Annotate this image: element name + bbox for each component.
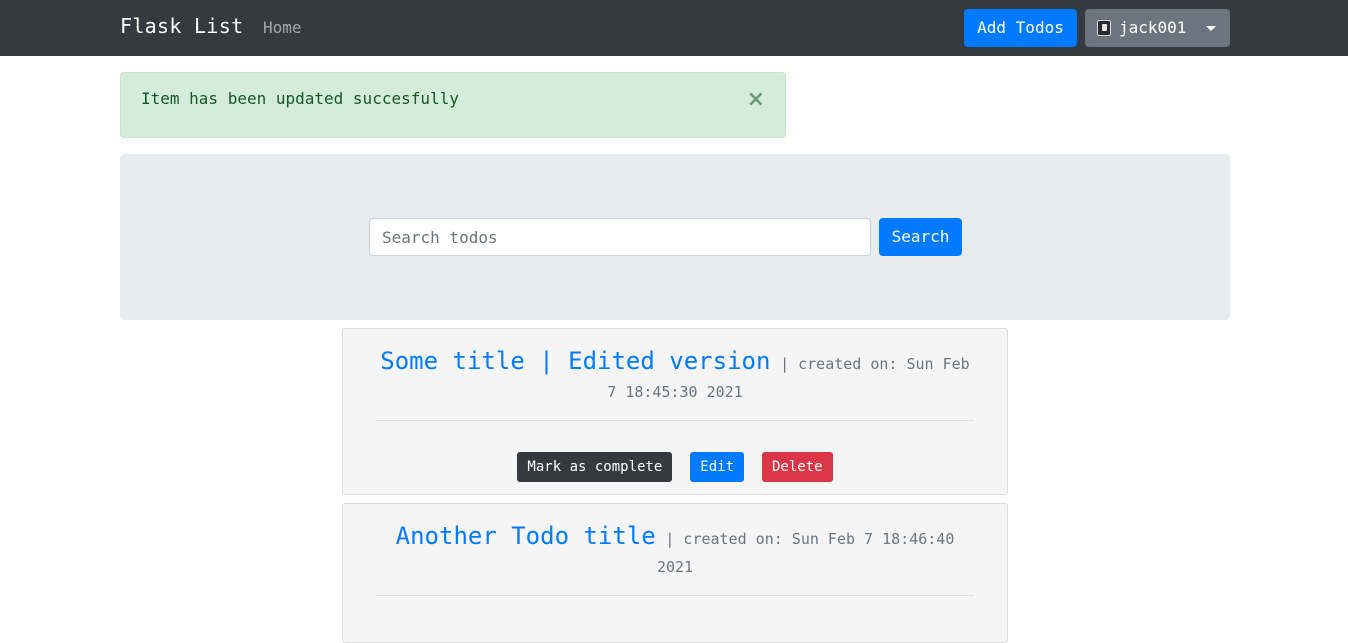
user-name: jack001 (1119, 18, 1187, 37)
todo-card: Another Todo title | created on: Sun Feb… (342, 503, 1008, 643)
brand-link[interactable]: Flask List (120, 14, 243, 38)
caret-down-icon (1206, 25, 1217, 31)
todo-title[interactable]: Another Todo title (396, 522, 656, 550)
todo-card: Some title | Edited version | created on… (342, 328, 1008, 495)
navbar: Flask List Home Add Todos jack001 (0, 0, 1348, 56)
search-input[interactable] (369, 218, 871, 256)
todo-actions: Mark as complete Edit Delete (343, 452, 1007, 482)
card-divider (376, 595, 974, 596)
search-button[interactable]: Search (879, 218, 962, 256)
close-icon[interactable]: × (747, 87, 765, 112)
card-divider (376, 420, 974, 421)
notebook-icon (1097, 20, 1111, 36)
todo-header: Some title | Edited version | created on… (376, 347, 974, 406)
todo-header: Another Todo title | created on: Sun Feb… (376, 522, 974, 581)
mark-complete-button[interactable]: Mark as complete (517, 452, 673, 482)
edit-button[interactable]: Edit (690, 452, 744, 482)
user-dropdown-button[interactable]: jack001 (1085, 9, 1230, 47)
delete-button[interactable]: Delete (762, 452, 833, 482)
add-todos-button[interactable]: Add Todos (964, 9, 1077, 47)
success-alert: Item has been updated succesfully × (120, 72, 786, 138)
todo-title[interactable]: Some title | Edited version (380, 347, 770, 375)
nav-home-link[interactable]: Home (263, 18, 302, 37)
alert-message: Item has been updated succesfully (141, 89, 459, 108)
todo-created-date: | created on: Sun Feb 7 18:46:40 2021 (656, 530, 955, 576)
search-panel: Search (120, 154, 1230, 320)
